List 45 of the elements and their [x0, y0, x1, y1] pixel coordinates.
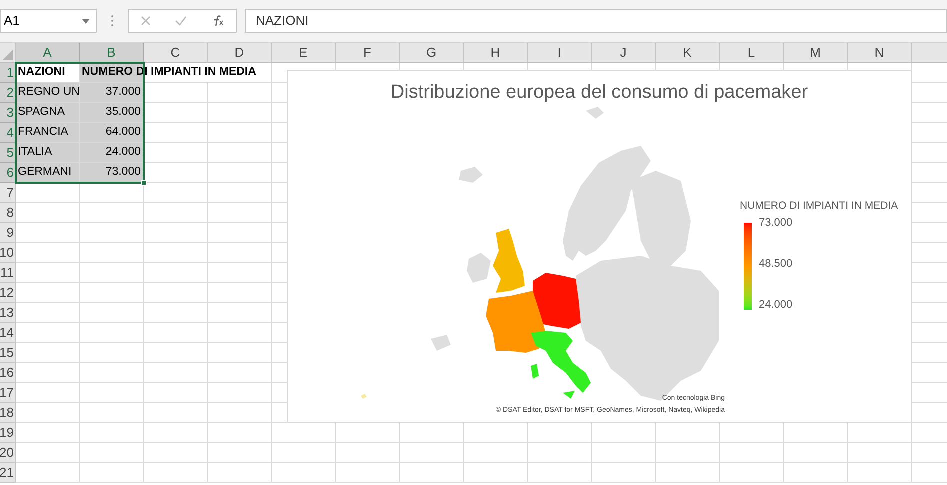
- row-header[interactable]: 11: [0, 263, 16, 283]
- row-header[interactable]: 10: [0, 243, 16, 263]
- row-header[interactable]: 19: [0, 423, 16, 443]
- name-box[interactable]: A1: [0, 9, 97, 33]
- checkmark-icon[interactable]: [175, 16, 187, 26]
- table-cell: 73.000: [80, 163, 143, 182]
- row-header[interactable]: 17: [0, 383, 16, 403]
- table-cell: SPAGNA: [16, 103, 79, 122]
- row-header[interactable]: 18: [0, 403, 16, 423]
- drag-handle-icon: [111, 15, 114, 27]
- legend-label: 73.000: [759, 216, 793, 230]
- column-header[interactable]: B: [80, 43, 144, 62]
- dropdown-caret-icon: [82, 18, 90, 24]
- legend-label: 24.000: [759, 298, 793, 312]
- row-header[interactable]: 7: [0, 183, 16, 203]
- row-header[interactable]: 1: [0, 63, 16, 83]
- row-header[interactable]: 13: [0, 303, 16, 323]
- row-header[interactable]: 4: [0, 123, 16, 143]
- row-header[interactable]: 21: [0, 463, 16, 483]
- row-header[interactable]: 2: [0, 83, 16, 103]
- table-cell: 64.000: [80, 123, 143, 142]
- table-cell: ITALIA: [16, 143, 79, 162]
- table-cell: GERMANI: [16, 163, 79, 182]
- legend-label: 48.500: [759, 258, 793, 271]
- chart-title: Distribuzione europea del consumo di pacemaker: [390, 81, 810, 105]
- table-cell: 37.000: [80, 83, 143, 102]
- table-cell: REGNO UN: [16, 83, 79, 102]
- table-cell: FRANCIA: [16, 123, 79, 142]
- table-cell: 24.000: [80, 143, 143, 162]
- column-header[interactable]: A: [16, 43, 80, 62]
- row-header[interactable]: 9: [0, 223, 16, 243]
- formula-field[interactable]: NAZIONI: [245, 9, 947, 33]
- row-header[interactable]: 15: [0, 343, 16, 363]
- row-header[interactable]: 16: [0, 363, 16, 383]
- row-header[interactable]: 5: [0, 143, 16, 163]
- row-header[interactable]: 8: [0, 203, 16, 223]
- table-cell: 35.000: [80, 103, 143, 122]
- row-header[interactable]: 12: [0, 283, 16, 303]
- row-header[interactable]: 3: [0, 103, 16, 123]
- row-header[interactable]: 20: [0, 443, 16, 463]
- corner-triangle-icon: [3, 50, 13, 60]
- legend-title: NUMERO DI IMPIANTI IN MEDIA: [740, 199, 898, 214]
- row-header[interactable]: 6: [0, 163, 16, 183]
- cancel-icon[interactable]: [141, 16, 151, 26]
- row-header[interactable]: 14: [0, 323, 16, 343]
